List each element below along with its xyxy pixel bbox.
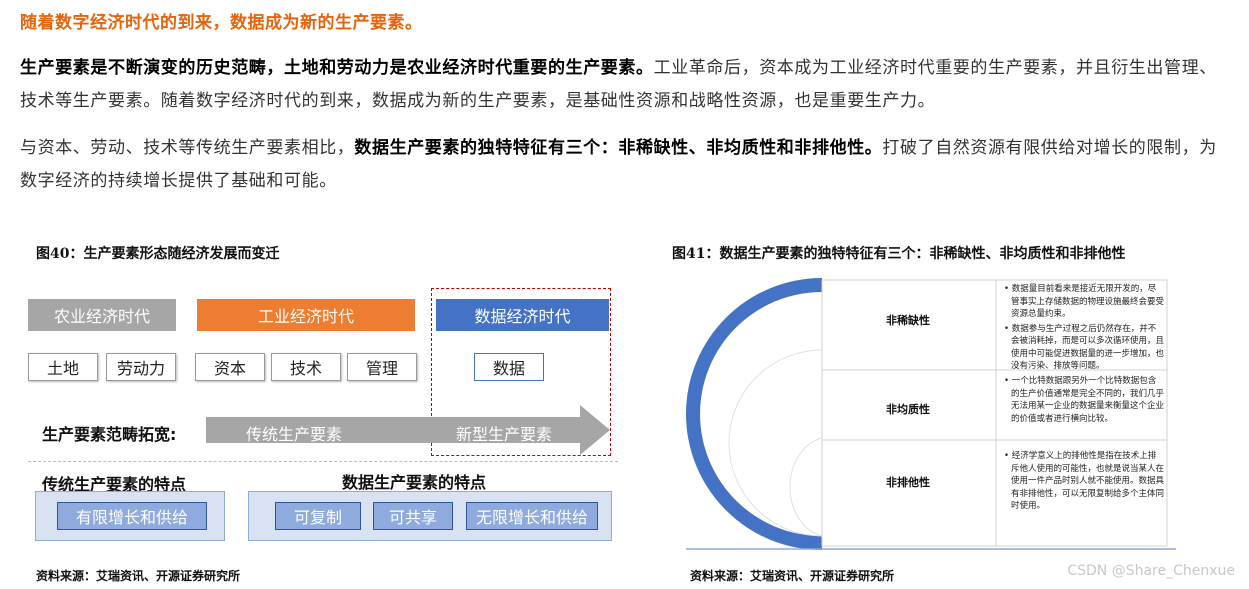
figure40-title: 图40：生产要素形态随经济发展而变迁 <box>36 246 280 262</box>
section-heading: 随着数字经济时代的到来，数据成为新的生产要素。 <box>20 13 423 33</box>
paragraph-1: 生产要素是不断演变的历史范畴，土地和劳动力是农业经济时代重要的生产要素。工业革命… <box>20 52 1230 118</box>
era-agriculture: 农业经济时代 <box>28 299 176 331</box>
element-labor: 劳动力 <box>106 353 176 381</box>
paragraph-2: 与资本、劳动、技术等传统生产要素相比，数据生产要素的独特特征有三个：非稀缺性、非… <box>20 132 1230 198</box>
element-technology: 技术 <box>271 353 341 381</box>
paragraph-1-bold: 生产要素是不断演变的历史范畴，土地和劳动力是农业经济时代重要的生产要素。 <box>20 58 654 78</box>
figure41-source: 资料来源：艾瑞资讯、开源证券研究所 <box>690 569 895 583</box>
figure40-source: 资料来源：艾瑞资讯、开源证券研究所 <box>36 569 241 583</box>
element-capital: 资本 <box>195 353 265 381</box>
figure41-title: 图41：数据生产要素的独特特征有三个：非稀缺性、非均质性和非排他性 <box>672 246 1126 262</box>
trait-non-homogeneity-desc: • 一个比特数据跟另外一个比特数据包含的生产价值通常是完全不同的，我们几乎无法用… <box>1004 375 1164 427</box>
data-features-title: 数据生产要素的特点 <box>342 473 487 492</box>
trait-non-scarcity-desc: • 数据量目前看来是接近无限开发的，尽管事实上存储数据的物理设施最终会要受资源总… <box>1004 283 1164 375</box>
feature-limited-growth: 有限增长和供给 <box>57 502 207 530</box>
paragraph-2-bold: 数据生产要素的独特特征有三个：非稀缺性、非均质性和非排他性。 <box>354 138 883 158</box>
feature-shareable: 可共享 <box>373 502 453 530</box>
trait-non-exclusivity: 非排他性 <box>886 476 930 489</box>
paragraph-2-pre: 与资本、劳动、技术等传统生产要素相比， <box>20 138 355 158</box>
element-land: 土地 <box>28 353 98 381</box>
era-industrial: 工业经济时代 <box>197 299 415 331</box>
watermark: CSDN @Share_Chenxue <box>1067 563 1235 579</box>
arrow-label-new: 新型生产要素 <box>456 425 553 444</box>
bullet-item: • 一个比特数据跟另外一个比特数据包含的生产价值通常是完全不同的，我们几乎无法用… <box>1004 376 1165 424</box>
bullet-item: • 经济学意义上的排他性是指在技术上排斥他人使用的可能性，也就是说当某人在使用一… <box>1004 451 1165 511</box>
bullet-item: • 数据参与生产过程之后仍然存在，并不会被消耗掉，而是可以多次循环使用，且使用中… <box>1004 323 1165 372</box>
divider <box>28 461 618 462</box>
feature-replicable: 可复制 <box>275 502 361 530</box>
arrow-label-traditional: 传统生产要素 <box>246 425 343 444</box>
bullet-item: • 数据量目前看来是接近无限开发的，尽管事实上存储数据的物理设施最终会要受资源总… <box>1004 284 1165 319</box>
element-data: 数据 <box>474 353 544 381</box>
element-management: 管理 <box>347 353 417 381</box>
trait-non-homogeneity: 非均质性 <box>886 403 930 416</box>
trait-non-exclusivity-desc: • 经济学意义上的排他性是指在技术上排斥他人使用的可能性，也就是说当某人在使用一… <box>1004 450 1164 515</box>
trait-non-scarcity: 非稀缺性 <box>886 314 930 327</box>
scope-label: 生产要素范畴拓宽: <box>42 425 177 444</box>
feature-unlimited-growth: 无限增长和供给 <box>466 502 598 530</box>
